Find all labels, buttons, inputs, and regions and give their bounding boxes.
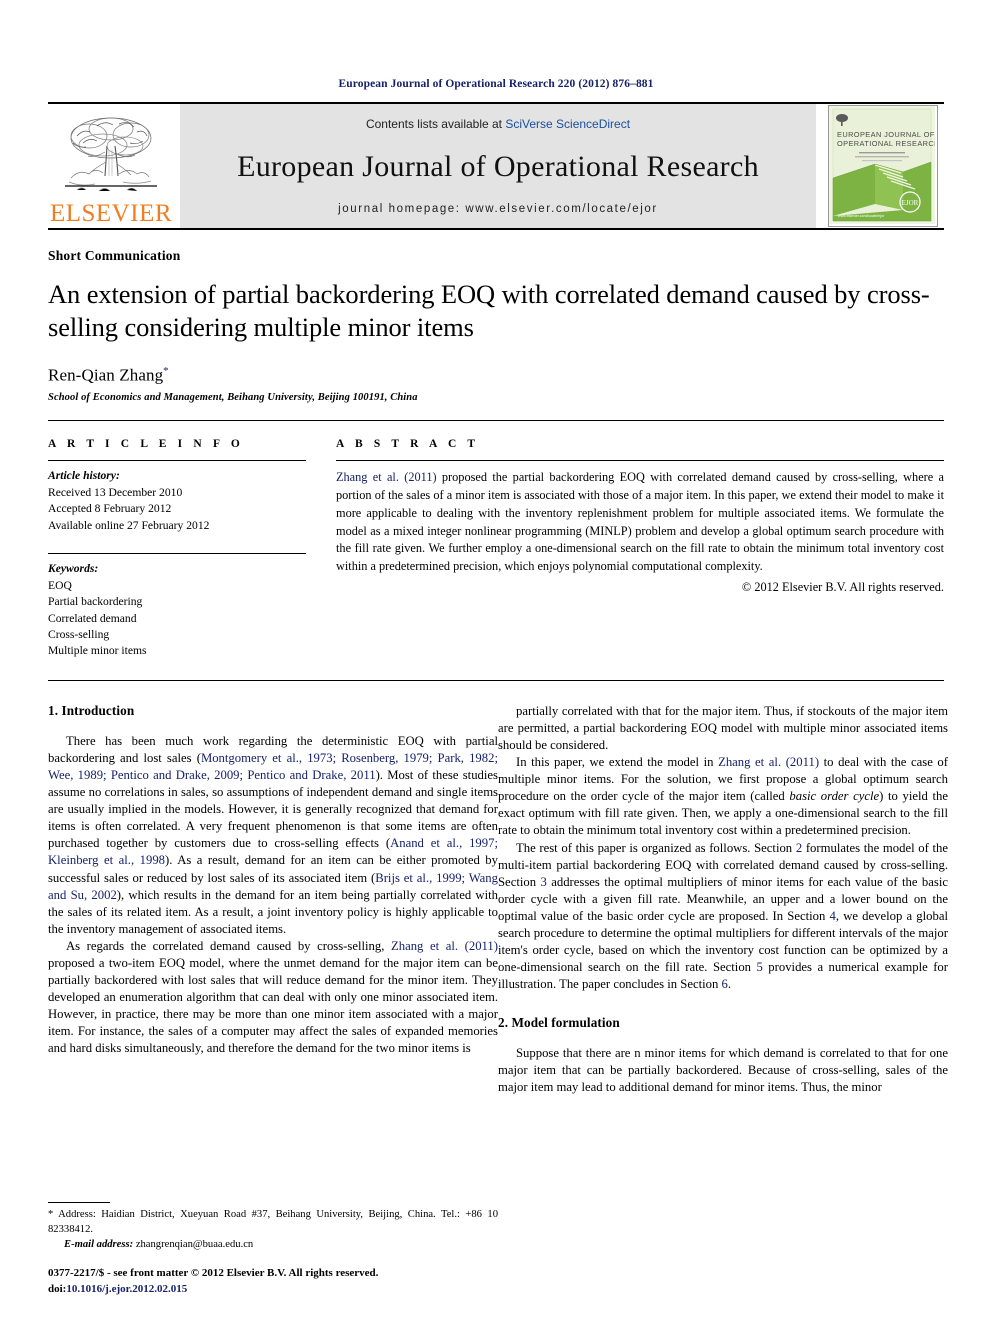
right-p3-part-f: . [727,977,732,992]
paper-page: European Journal of Operational Research… [0,0,992,1323]
right-p2-italic-term: basic order cycle [789,789,880,804]
elsevier-logo: ELSEVIER [48,104,174,228]
svg-text:EJOR: EJOR [902,199,919,207]
article-info-separator [48,553,306,555]
cover-frame: EUROPEAN JOURNAL OF OPERATIONAL RESEARCH [828,105,938,227]
right-p2-citation[interactable]: Zhang et al. (2011) [718,755,819,769]
email-label: E-mail address: [64,1238,134,1250]
info-abstract-bottom-rule [48,679,944,681]
abstract-heading: A B S T R A C T [336,438,480,451]
right-paragraph-1: partially correlated with that for the m… [498,703,948,753]
right-p3-part-a: The rest of this paper is organized as f… [516,840,796,855]
page-title: An extension of partial backordering EOQ… [48,279,930,343]
right-p2-part-a: In this paper, we extend the model in [516,755,719,770]
right-column: partially correlated with that for the m… [498,703,948,1097]
keyword-item: Partial backordering [48,595,143,609]
journal-title: European Journal of Operational Research [237,150,759,183]
intro-paragraph-1: There has been much work regarding the d… [48,733,498,938]
intro-paragraph-2: As regards the correlated demand caused … [48,938,498,1058]
journal-cover-art-icon: EUROPEAN JOURNAL OF OPERATIONAL RESEARCH [829,106,937,224]
intro-p2-part-b: proposed a two-item EOQ model, where the… [48,955,498,1056]
right-paragraph-2: In this paper, we extend the model in Zh… [498,754,948,839]
history-received: Received 13 December 2010 [48,485,183,499]
doi-line: doi:10.1016/j.ejor.2012.02.015 [48,1282,498,1297]
keyword-item: Multiple minor items [48,644,147,658]
article-info-rule [48,460,306,462]
history-accepted: Accepted 8 February 2012 [48,502,172,516]
article-info-heading: A R T I C L E I N F O [48,438,244,451]
author-name: Ren-Qian Zhang [48,365,164,385]
intro-p2-citation[interactable]: Zhang et al. (2011) [391,939,498,953]
elsevier-tree-icon [65,117,157,192]
contents-available-line: Contents lists available at SciVerse Sci… [366,117,630,131]
section-heading-introduction: 1. Introduction [48,702,135,718]
right-paragraph-3: The rest of this paper is organized as f… [498,840,948,994]
model-paragraph-1: Suppose that there are n minor items for… [498,1046,948,1095]
masthead-bottom-rule [48,228,944,230]
imprint-block: 0377-2217/$ - see front matter © 2012 El… [48,1266,498,1297]
abstract-citation-link[interactable]: Zhang et al. (2011) [336,470,437,484]
abstract-column: A B S T R A C T Zhang et al. (2011) prop… [306,438,944,660]
journal-masthead: ELSEVIER Contents lists available at Sci… [48,104,944,228]
journal-cover-thumbnail: EUROPEAN JOURNAL OF OPERATIONAL RESEARCH [822,104,944,228]
body-columns: 1. Introduction There has been much work… [48,703,948,1097]
abstract-copyright: © 2012 Elsevier B.V. All rights reserved… [741,579,944,594]
email-line: E-mail address: zhangrenqian@buaa.edu.cn [48,1238,498,1253]
article-history: Article history: Received 13 December 20… [48,468,306,534]
contents-prefix: Contents lists available at [365,117,506,131]
intro-p2-part-a: As regards the correlated demand caused … [66,938,391,953]
abstract-body: proposed the partial backordering EOQ wi… [336,470,944,573]
abstract-text: Zhang et al. (2011) proposed the partial… [336,469,944,575]
masthead-center: Contents lists available at SciVerse Sci… [180,104,816,228]
history-online: Available online 27 February 2012 [48,518,210,532]
section-heading-model-formulation: 2. Model formulation [498,1015,620,1031]
author-list: Ren-Qian Zhang* [48,365,944,386]
issn-line: 0377-2217/$ - see front matter © 2012 El… [48,1267,379,1280]
footnote-address-text: Address: Haidian District, Xueyuan Road … [48,1209,498,1235]
keyword-item: Correlated demand [48,611,137,625]
article-history-label: Article history: [48,469,120,483]
left-column: 1. Introduction There has been much work… [48,703,498,1097]
footnote-block: * Address: Haidian District, Xueyuan Roa… [48,1202,498,1297]
svg-text:EUROPEAN JOURNAL OF: EUROPEAN JOURNAL OF [837,130,935,139]
author-footnote-marker[interactable]: * [163,365,169,377]
svg-text:OPERATIONAL RESEARCH: OPERATIONAL RESEARCH [837,139,935,148]
keywords-group: Keywords: EOQ Partial backordering Corre… [48,561,306,660]
elsevier-wordmark: ELSEVIER [49,200,173,227]
keyword-item: Cross-selling [48,628,110,642]
corresponding-address: * Address: Haidian District, Xueyuan Roa… [48,1208,498,1237]
abstract-rule [336,460,944,462]
article-type: Short Communication [48,248,181,263]
doi-label: doi: [48,1282,67,1295]
keyword-item: EOQ [48,578,72,592]
sciencedirect-link[interactable]: SciVerse ScienceDirect [505,117,630,131]
affiliation: School of Economics and Management, Beih… [48,392,418,404]
info-abstract-block: A R T I C L E I N F O Article history: R… [48,421,944,660]
footnote-rule [48,1202,110,1204]
article-info-column: A R T I C L E I N F O Article history: R… [48,438,306,660]
doi-link[interactable]: 10.1016/j.ejor.2012.02.015 [66,1283,187,1295]
running-head: European Journal of Operational Research… [338,78,654,90]
email-link[interactable]: zhangrenqian@buaa.edu.cn [136,1239,253,1250]
journal-homepage-line[interactable]: journal homepage: www.elsevier.com/locat… [338,203,658,215]
keywords-label: Keywords: [48,562,99,576]
svg-text:www.elsevier.com/locate/ejor: www.elsevier.com/locate/ejor [838,214,885,218]
